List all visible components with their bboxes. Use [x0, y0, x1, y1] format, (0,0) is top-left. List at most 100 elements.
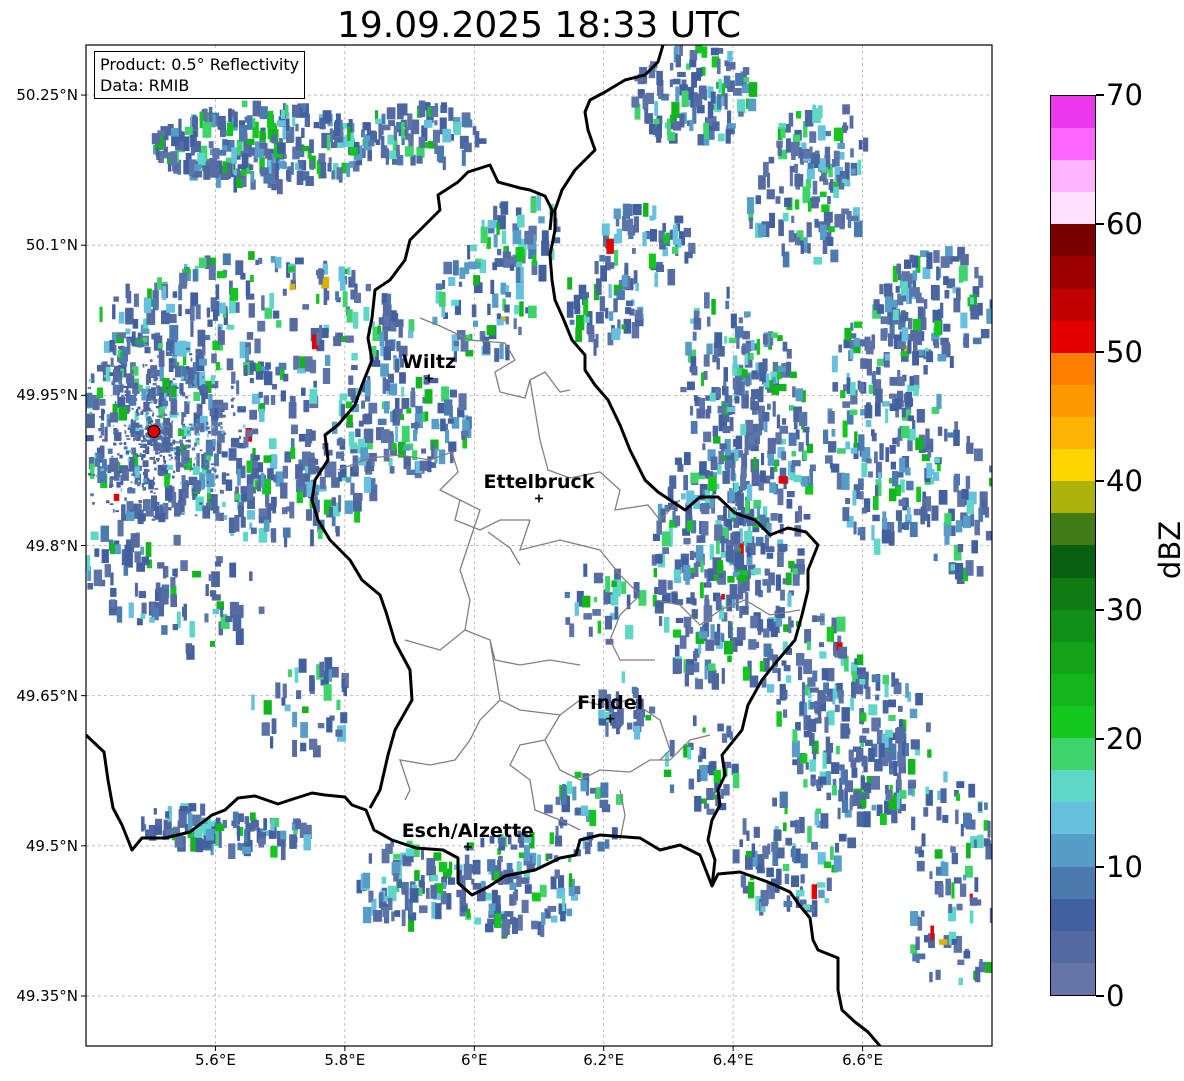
echo-cell: [249, 571, 253, 581]
echo-cell: [896, 727, 906, 738]
echo-cell: [681, 493, 686, 500]
echo-cell: [555, 825, 559, 837]
echo-cell: [831, 762, 840, 774]
echo-cell: [642, 232, 647, 247]
echo-cell: [365, 284, 371, 292]
colorbar-unit-label: dBZ: [1153, 520, 1184, 580]
echo-cell: [141, 484, 144, 488]
echo-cell: [148, 409, 153, 412]
echo-cell: [941, 862, 949, 876]
echo-cell: [144, 444, 148, 446]
echo-cell: [383, 315, 390, 327]
echo-cell: [157, 452, 160, 455]
echo-cell: [221, 408, 225, 412]
echo-cell: [346, 414, 353, 427]
echo-cell: [978, 507, 984, 522]
echo-cell: [117, 332, 126, 339]
echo-cell: [134, 551, 141, 563]
echo-cell: [835, 745, 840, 755]
echo-cell: [200, 426, 203, 430]
echo-cell: [142, 435, 145, 438]
echo-cell: [194, 457, 198, 460]
echo-cell: [877, 472, 882, 482]
echo-cell: [342, 291, 348, 308]
echo-cell: [832, 159, 836, 168]
echo-cell: [943, 323, 951, 332]
echo-cell: [842, 122, 847, 133]
echo-cell: [763, 643, 772, 657]
echo-cell: [295, 123, 299, 132]
echo-cell: [125, 307, 134, 325]
echo-cell: [241, 153, 249, 168]
echo-cell: [804, 110, 814, 127]
echo-cell: [243, 424, 246, 428]
echo-cell: [408, 319, 415, 332]
echo-cell: [75, 472, 77, 476]
echo-cell: [463, 863, 472, 880]
echo-cell: [721, 733, 728, 743]
echo-cell: [838, 691, 844, 704]
echo-cell: [197, 437, 200, 441]
echo-cell: [562, 784, 566, 792]
echo-cell: [706, 788, 714, 801]
echo-cell: [690, 421, 698, 434]
echo-cell: [782, 689, 788, 700]
echo-cell: [842, 401, 851, 408]
echo-cell: [611, 328, 621, 341]
echo-cell: [116, 481, 121, 488]
echo-cell: [134, 450, 137, 453]
echo-cell: [791, 215, 795, 223]
echo-cell: [249, 362, 256, 372]
echo-cell: [737, 99, 746, 113]
echo-cell: [121, 394, 124, 398]
echo-cell: [317, 723, 325, 729]
echo-cell: [151, 518, 156, 521]
echo-cell: [415, 376, 423, 389]
echo-cell: [936, 463, 941, 472]
echo-cell: [250, 275, 254, 283]
echo-cell: [99, 481, 102, 483]
echo-cell: [785, 572, 792, 586]
echo-cell: [853, 791, 861, 806]
echo-cell: [937, 426, 943, 436]
echo-cell: [169, 368, 172, 370]
echo-cell: [440, 418, 446, 432]
echo-cell: [133, 420, 136, 423]
echo-cell: [131, 378, 134, 381]
echo-cell: [130, 481, 133, 484]
echo-cell: [153, 400, 157, 404]
echo-cell: [340, 712, 348, 724]
echo-cell: [388, 150, 397, 160]
echo-cell: [435, 283, 443, 290]
echo-cell: [916, 486, 922, 503]
echo-cell: [159, 454, 163, 457]
echo-cell: [662, 547, 669, 554]
echo-cell: [213, 309, 218, 321]
echo-cell: [524, 230, 534, 245]
echo-cell: [917, 916, 923, 931]
echo-cell: [704, 292, 710, 309]
echo-cell: [143, 499, 151, 512]
echo-cell: [710, 47, 719, 56]
echo-cell: [910, 739, 920, 750]
echo-cell: [383, 346, 391, 361]
echo-cell: [745, 592, 749, 606]
echo-cell: [164, 473, 170, 488]
echo-cell: [960, 253, 969, 266]
echo-cell: [726, 286, 730, 299]
echo-cell: [732, 378, 737, 390]
echo-cell: [721, 594, 725, 600]
echo-cell: [812, 180, 818, 195]
echo-cell: [65, 416, 67, 419]
echo-cell: [850, 381, 856, 396]
echo-cell: [335, 729, 343, 737]
echo-cell: [786, 348, 792, 359]
echo-cell: [781, 451, 787, 461]
echo-cell: [984, 506, 990, 518]
echo-cell: [669, 784, 675, 793]
echo-cell: [901, 407, 906, 418]
echo-cell: [71, 415, 74, 417]
echo-cell: [806, 222, 812, 238]
echo-cell: [434, 448, 438, 464]
echo-cell: [842, 507, 850, 522]
